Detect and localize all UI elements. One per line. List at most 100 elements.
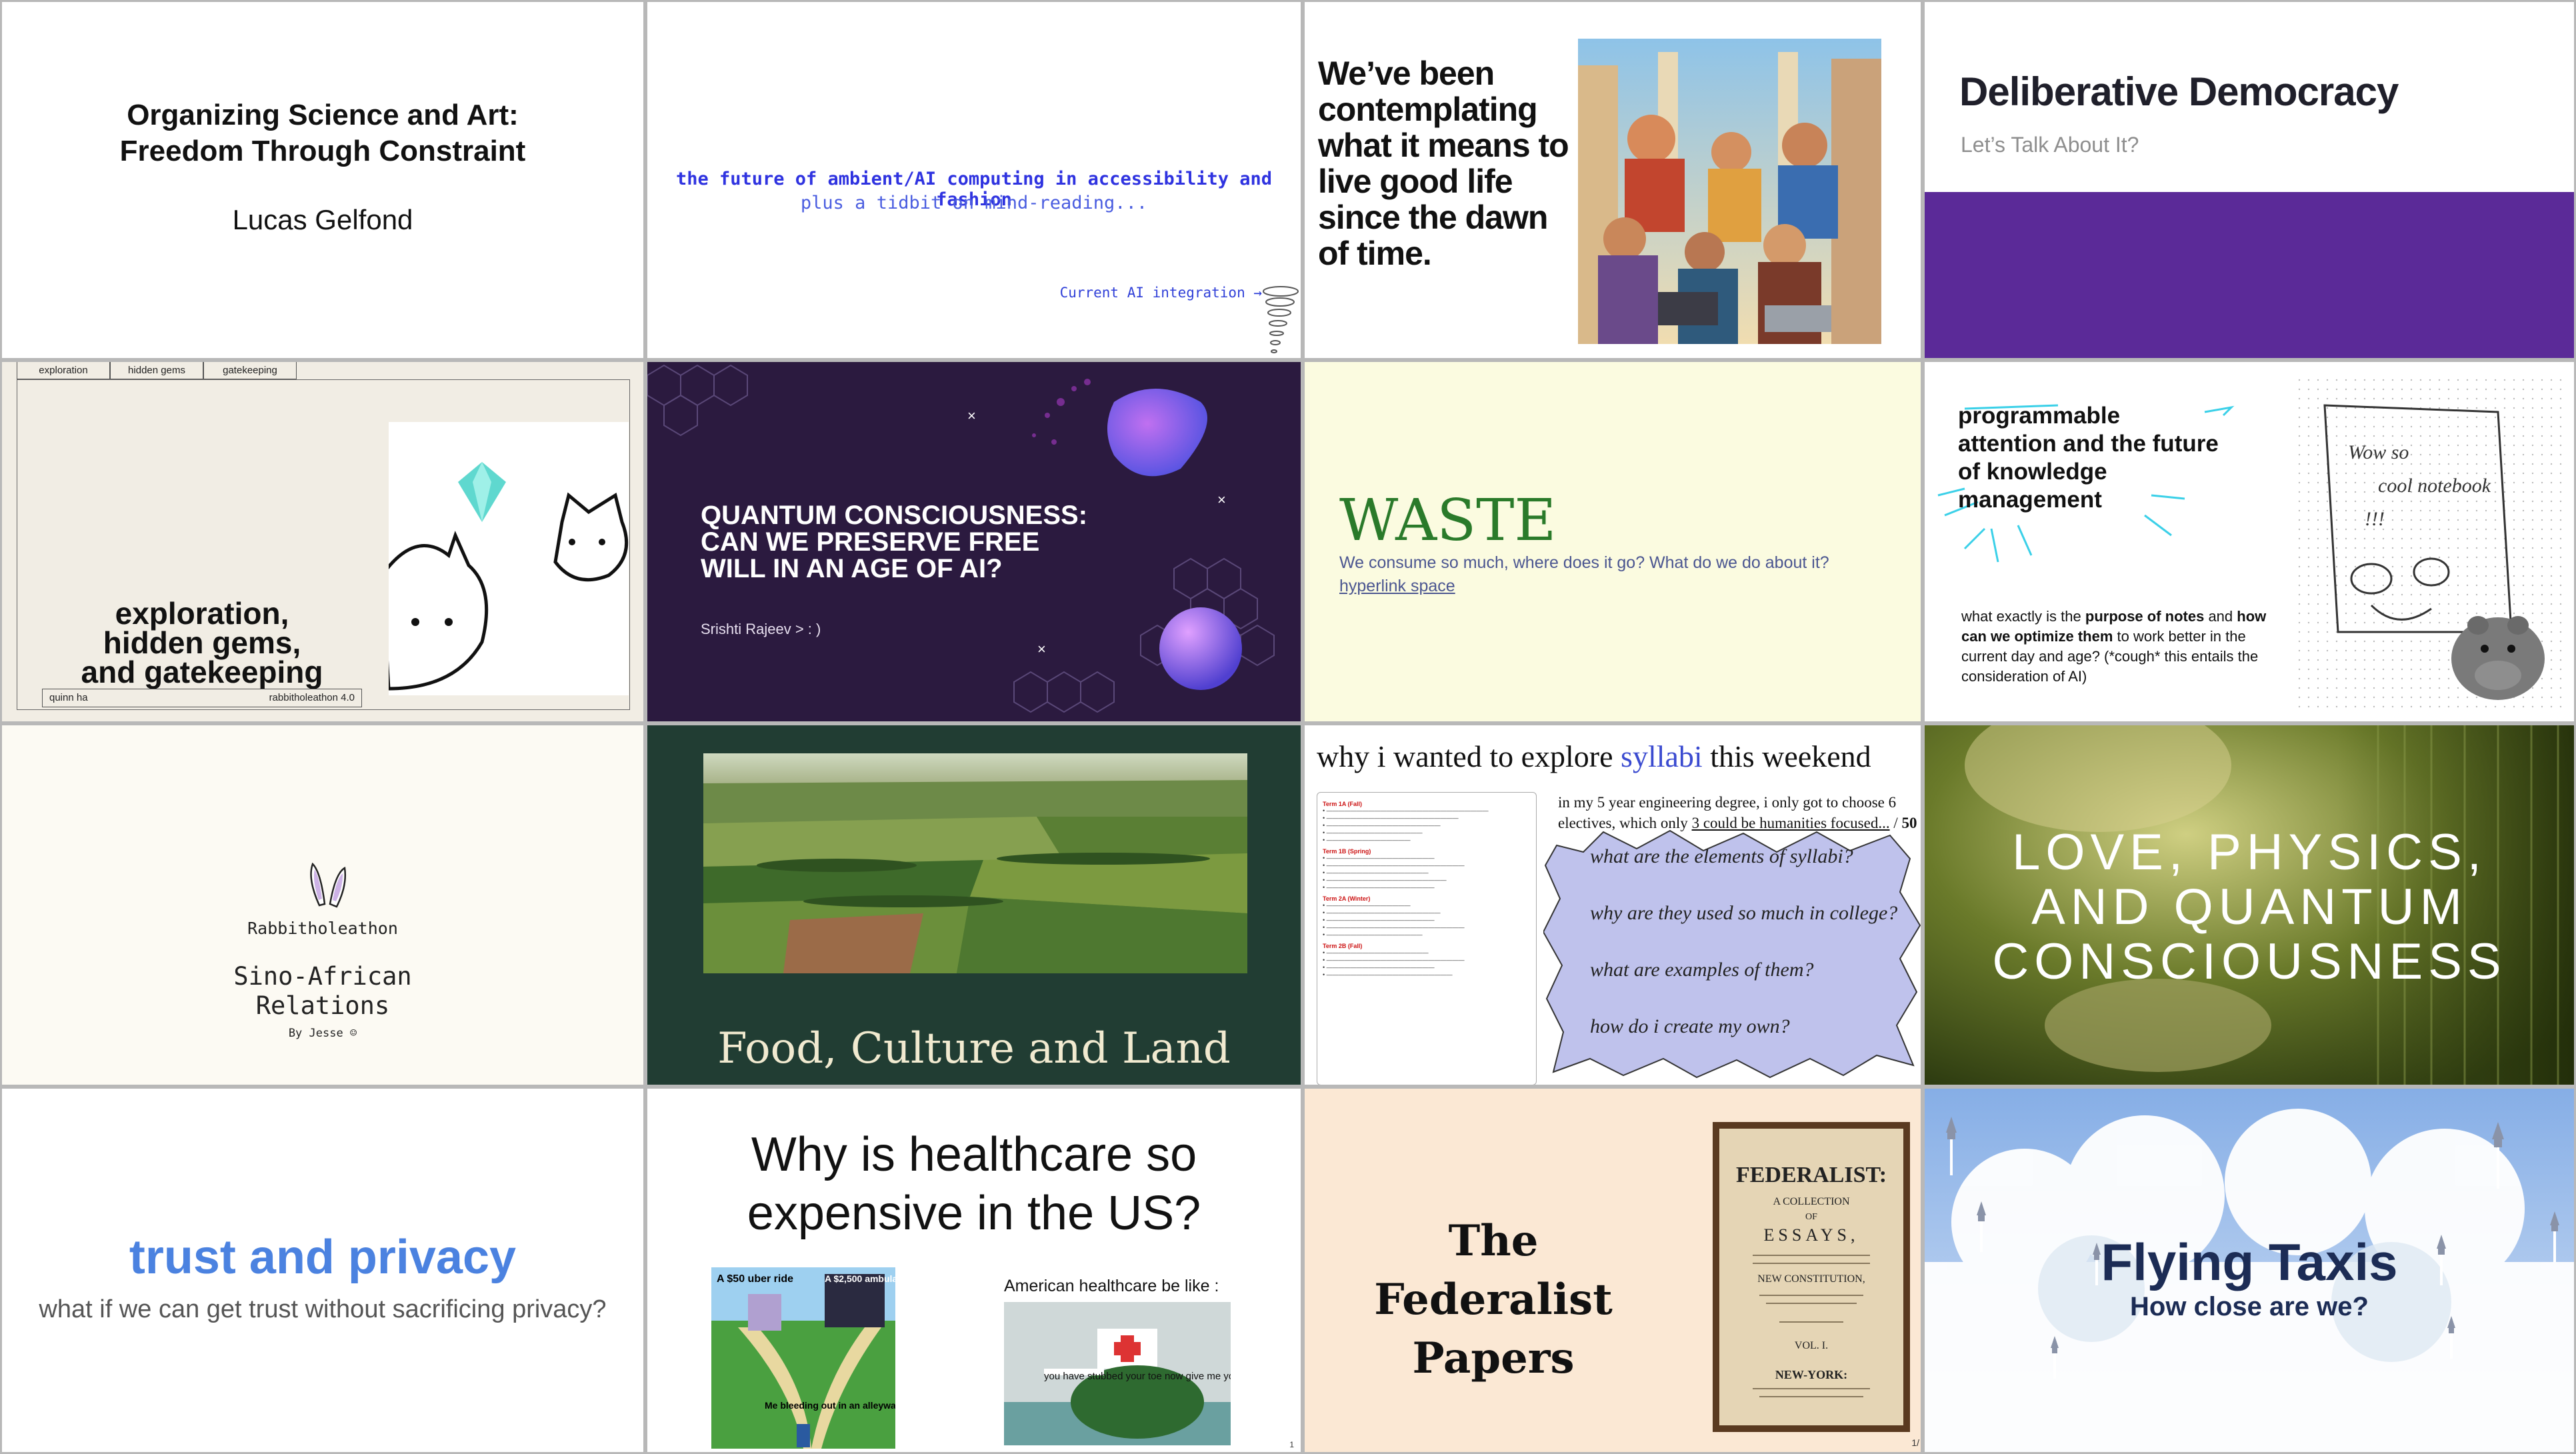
footer-event: rabbitholeathon 4.0 xyxy=(269,692,355,703)
slide-body: what exactly is the purpose of notes and… xyxy=(1961,608,2267,685)
notebook-sketch-image: Wow so cool notebook !!! xyxy=(2298,379,2565,712)
hospital-meme-image: you have stubbed your toe now give me yo… xyxy=(1004,1302,1231,1445)
tornado-icon xyxy=(1263,286,1299,353)
hyperlink-space-link[interactable]: hyperlink space xyxy=(1339,577,1455,596)
question-2: why are they used so much in college? xyxy=(1590,902,1898,924)
title-line: Relations xyxy=(255,991,390,1020)
slide-food-culture-land[interactable]: Food, Culture and Land xyxy=(645,723,1303,1087)
cats-illustration xyxy=(380,422,629,695)
slide-title: QUANTUM CONSCIOUSNESS: CAN WE PRESERVE F… xyxy=(701,501,1088,583)
slide-good-life[interactable]: We’ve been contemplating what it means t… xyxy=(1303,0,1923,360)
slide-footer: quinn ha rabbitholeathon 4.0 xyxy=(42,689,362,707)
svg-text:VOL. I.: VOL. I. xyxy=(1795,1340,1828,1351)
svg-text:!!!: !!! xyxy=(2365,508,2385,530)
slide-title: programmable attention and the future of… xyxy=(1958,402,2265,514)
slide-title: We’ve been contemplating what it means t… xyxy=(1318,55,1569,272)
slide-programmable-attention[interactable]: Wow so cool notebook !!! programmable at… xyxy=(1923,360,2576,723)
slide-author: Lucas Gelfond xyxy=(232,204,413,235)
purple-band xyxy=(1925,192,2574,358)
slide-author: By Jesse ☺ xyxy=(288,1027,357,1040)
title-line: attention and the future xyxy=(1958,431,2219,457)
philosophers-painting-image xyxy=(1578,39,1881,344)
slide-love-physics[interactable]: LOVE, PHYSICS, AND QUANTUM CONSCIOUSNESS xyxy=(1923,723,2576,1087)
tab-hidden-gems[interactable]: hidden gems xyxy=(110,362,203,379)
federalist-book-image: FEDERALIST: A COLLECTION OF ESSAYS, NEW … xyxy=(1713,1122,1910,1432)
slide-deliberative-democracy[interactable]: Deliberative Democracy Let’s Talk About … xyxy=(1923,0,2576,360)
slide-title: Why is healthcare so expensive in the US… xyxy=(647,1125,1301,1243)
svg-text:NEW-YORK:: NEW-YORK: xyxy=(1775,1368,1847,1381)
title-line: Why is healthcare so xyxy=(751,1128,1197,1181)
title-line: AND QUANTUM xyxy=(2031,879,2467,935)
svg-text:A COLLECTION: A COLLECTION xyxy=(1773,1196,1850,1207)
svg-text:Wow so: Wow so xyxy=(2348,441,2409,463)
slide-trust-privacy[interactable]: trust and privacy what if we can get tru… xyxy=(0,1087,645,1454)
page-number: 1 xyxy=(1289,1440,1294,1449)
slide-syllabi[interactable]: why i wanted to explore syllabi this wee… xyxy=(1303,723,1923,1087)
svg-text:FEDERALIST:: FEDERALIST: xyxy=(1736,1163,1887,1187)
slide-caption: Current AI integration → xyxy=(1059,285,1262,301)
slide-federalist-papers[interactable]: The Federalist Papers FEDERALIST: A COLL… xyxy=(1303,1087,1923,1454)
meme-caption: American healthcare be like : xyxy=(1004,1277,1219,1295)
slide-title: Organizing Science and Art: Freedom Thro… xyxy=(120,97,526,169)
slide-subtitle: We consume so much, where does it go? Wh… xyxy=(1339,553,1829,572)
svg-text:NEW CONSTITUTION,: NEW CONSTITUTION, xyxy=(1757,1273,1865,1285)
svg-text:×: × xyxy=(967,407,976,424)
slide-title: Flying Taxis xyxy=(2101,1233,2398,1291)
slide-title: Sino-African Relations xyxy=(2,962,643,1021)
slide-subtitle: what if we can get trust without sacrifi… xyxy=(39,1295,607,1323)
title-line: CONSCIOUSNESS xyxy=(1992,933,2507,990)
page-number: 1/ xyxy=(1911,1437,1919,1448)
title-line: Papers xyxy=(1412,1333,1575,1383)
title-line: expensive in the US? xyxy=(747,1187,1201,1240)
title-line: Sino-African xyxy=(233,962,412,991)
svg-text:cool notebook: cool notebook xyxy=(2378,475,2491,497)
slide-title: trust and privacy xyxy=(129,1231,517,1284)
svg-text:A $50 uber ride: A $50 uber ride xyxy=(717,1273,793,1285)
slide-subtitle: Let’s Talk About It? xyxy=(1961,133,2139,157)
question-1: what are the elements of syllabi? xyxy=(1590,845,1853,867)
svg-text:OF: OF xyxy=(1805,1212,1817,1222)
title-line: hidden gems, xyxy=(103,625,301,660)
slide-subtitle: plus a tidbit on mind-reading... xyxy=(800,193,1148,213)
slide-grid: Organizing Science and Art: Freedom Thro… xyxy=(0,0,2576,1454)
cat-drawing xyxy=(380,462,629,691)
title-line: Organizing Science and Art: xyxy=(127,99,519,131)
title-line: of knowledge xyxy=(1958,459,2107,485)
slide-title: LOVE, PHYSICS, AND QUANTUM CONSCIOUSNESS xyxy=(1925,825,2574,989)
slide-title: WASTE xyxy=(1339,487,1557,554)
svg-text:ESSAYS,: ESSAYS, xyxy=(1764,1225,1859,1245)
event-name: Rabbitholeathon xyxy=(247,919,398,938)
farmland-photo xyxy=(703,753,1247,973)
svg-text:you have stubbed your toe now: you have stubbed your toe now give me yo… xyxy=(1044,1371,1231,1382)
svg-text:A $2,500 ambulance ride: A $2,500 ambulance ride xyxy=(825,1273,895,1284)
title-line: Freedom Through Constraint xyxy=(119,135,526,167)
diamond-icon xyxy=(458,462,506,522)
slide-flying-taxis[interactable]: Flying Taxis How close are we? xyxy=(1923,1087,2576,1454)
slide-exploration-gatekeeping[interactable]: exploration hidden gems gatekeeping expl… xyxy=(0,360,645,723)
course-list-screenshot: Term 1A (Fall) • ———————————————————————… xyxy=(1317,792,1537,1085)
title-line: and gatekeeping xyxy=(81,655,323,689)
footer-author: quinn ha xyxy=(49,692,88,703)
slide-author: Srishti Rajeev > : ) xyxy=(701,621,821,637)
two-paths-meme-image: A $50 uber ride A $2,500 ambulance ride … xyxy=(711,1267,895,1449)
slide-ambient-ai-computing[interactable]: the future of ambient/AI computing in ac… xyxy=(645,0,1303,360)
slide-title: Deliberative Democracy xyxy=(1959,69,2399,114)
slide-title: The Federalist Papers xyxy=(1337,1212,1650,1388)
slide-sino-african-relations[interactable]: Rabbitholeathon Sino-African Relations B… xyxy=(0,723,645,1087)
slide-healthcare-expensive[interactable]: Why is healthcare so expensive in the US… xyxy=(645,1087,1303,1454)
slide-waste[interactable]: WASTE We consume so much, where does it … xyxy=(1303,360,1923,723)
slide-subtitle: How close are we? xyxy=(2130,1292,2369,1321)
tab-gatekeeping[interactable]: gatekeeping xyxy=(203,362,297,379)
title-line: The Federalist xyxy=(1374,1216,1613,1325)
svg-text:×: × xyxy=(1217,491,1226,508)
tab-exploration[interactable]: exploration xyxy=(17,362,110,379)
slide-quantum-consciousness-free-will[interactable]: × × × QUANTUM CONSCIOUSNESS: CAN WE PRES… xyxy=(645,360,1303,723)
slide-organizing-science-art[interactable]: Organizing Science and Art: Freedom Thro… xyxy=(0,0,645,360)
title-line: LOVE, PHYSICS, xyxy=(2012,824,2487,881)
title-line: management xyxy=(1958,487,2102,513)
svg-text:Me bleeding out in an alleyway: Me bleeding out in an alleyway xyxy=(765,1400,895,1411)
slide-title: exploration, hidden gems, and gatekeepin… xyxy=(42,598,362,689)
question-3: what are examples of them? xyxy=(1590,959,1814,981)
question-4: how do i create my own? xyxy=(1590,1015,1790,1037)
svg-text:×: × xyxy=(1037,641,1046,657)
